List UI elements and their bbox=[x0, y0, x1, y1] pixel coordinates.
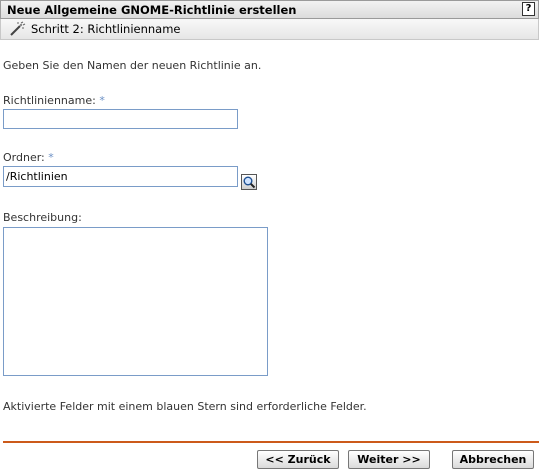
folder-input[interactable] bbox=[4, 167, 237, 186]
next-button[interactable]: Weiter >> bbox=[348, 450, 430, 469]
folder-label-text: Ordner: bbox=[3, 151, 45, 164]
required-star: * bbox=[99, 94, 105, 107]
folder-label: Ordner: * bbox=[3, 151, 54, 164]
instructions-text: Geben Sie den Namen der neuen Richtlinie… bbox=[3, 59, 262, 72]
wizard-wand-icon bbox=[10, 21, 26, 36]
policy-name-field[interactable] bbox=[3, 109, 238, 129]
policy-name-input[interactable] bbox=[4, 110, 237, 128]
description-label: Beschreibung: bbox=[3, 211, 82, 224]
step-title: Schritt 2: Richtlinienname bbox=[31, 22, 181, 36]
cancel-button[interactable]: Abbrechen bbox=[452, 450, 534, 469]
footer-divider bbox=[3, 441, 539, 443]
window-title: Neue Allgemeine GNOME-Richtlinie erstell… bbox=[7, 3, 297, 17]
description-textarea[interactable] bbox=[4, 228, 267, 375]
folder-browse-button[interactable] bbox=[241, 174, 257, 190]
required-fields-note: Aktivierte Felder mit einem blauen Stern… bbox=[3, 400, 367, 413]
help-button[interactable]: ? bbox=[522, 2, 535, 16]
name-label: Richtlinienname: * bbox=[3, 94, 105, 107]
description-field[interactable] bbox=[3, 227, 268, 376]
required-star: * bbox=[48, 151, 54, 164]
step-header: Schritt 2: Richtlinienname bbox=[0, 19, 539, 40]
magnifier-icon bbox=[243, 176, 256, 189]
name-label-text: Richtlinienname: bbox=[3, 94, 96, 107]
folder-field[interactable] bbox=[3, 166, 238, 187]
window-titlebar: Neue Allgemeine GNOME-Richtlinie erstell… bbox=[0, 0, 539, 19]
back-button[interactable]: << Zurück bbox=[257, 450, 339, 469]
